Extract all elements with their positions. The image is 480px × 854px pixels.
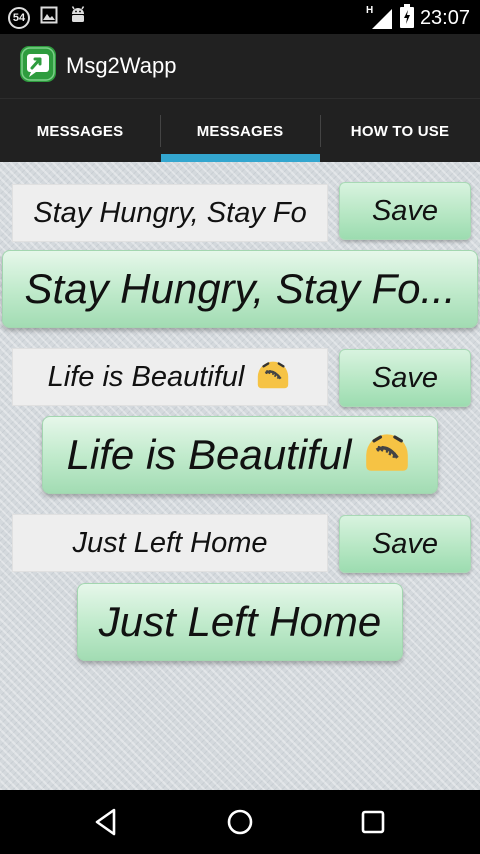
- image-icon: [40, 6, 58, 29]
- app-title: Msg2Wapp: [66, 53, 177, 78]
- recents-icon[interactable]: [355, 804, 391, 840]
- action-bar: Msg2Wapp: [0, 34, 480, 98]
- home-icon[interactable]: [222, 804, 258, 840]
- tab-messages-1[interactable]: MESSAGES: [0, 99, 160, 163]
- back-icon[interactable]: [88, 804, 124, 840]
- clock: 23:07: [419, 7, 470, 29]
- messages-list: Stay Hungry, Stay Fo Save Stay Hungry, S…: [0, 162, 480, 790]
- tab-how-to-use[interactable]: HOW TO USE: [320, 99, 480, 163]
- selected-tab-indicator: [161, 154, 320, 162]
- message-preview-text: Stay Hungry, Stay Fo...: [24, 265, 456, 312]
- message-preview-text: Just Left Home: [98, 598, 382, 645]
- message-input[interactable]: Just Left Home: [12, 514, 328, 572]
- zipper-mouth-emoji-icon: [254, 354, 292, 400]
- message-input-text: Just Left Home: [72, 526, 268, 559]
- message-input-text: Life is Beautiful: [47, 360, 245, 393]
- message-input-text: Stay Hungry, Stay Fo: [33, 196, 307, 229]
- signal-icon: H: [366, 5, 394, 31]
- status-right: H 23:07: [366, 4, 470, 33]
- navigation-bar: [0, 790, 480, 854]
- save-button[interactable]: Save: [339, 515, 471, 573]
- app-logo-icon: [20, 46, 56, 82]
- notification-count-badge: 54: [8, 6, 30, 29]
- message-input[interactable]: Life is Beautiful: [12, 348, 328, 406]
- android-icon: [68, 5, 88, 30]
- tab-bar: MESSAGES MESSAGES HOW TO USE: [0, 98, 480, 163]
- battery-icon: [399, 4, 414, 33]
- zipper-mouth-emoji-icon: [361, 424, 413, 486]
- message-preview-button[interactable]: Just Left Home: [77, 583, 403, 661]
- message-preview-button[interactable]: Life is Beautiful: [42, 416, 438, 494]
- message-input[interactable]: Stay Hungry, Stay Fo: [12, 184, 328, 242]
- save-button[interactable]: Save: [339, 182, 471, 240]
- status-bar: 54 H 23:07: [0, 0, 480, 34]
- save-button[interactable]: Save: [339, 349, 471, 407]
- message-preview-text: Life is Beautiful: [66, 431, 352, 478]
- message-preview-button[interactable]: Stay Hungry, Stay Fo...: [2, 250, 478, 328]
- status-left: 54: [8, 5, 88, 30]
